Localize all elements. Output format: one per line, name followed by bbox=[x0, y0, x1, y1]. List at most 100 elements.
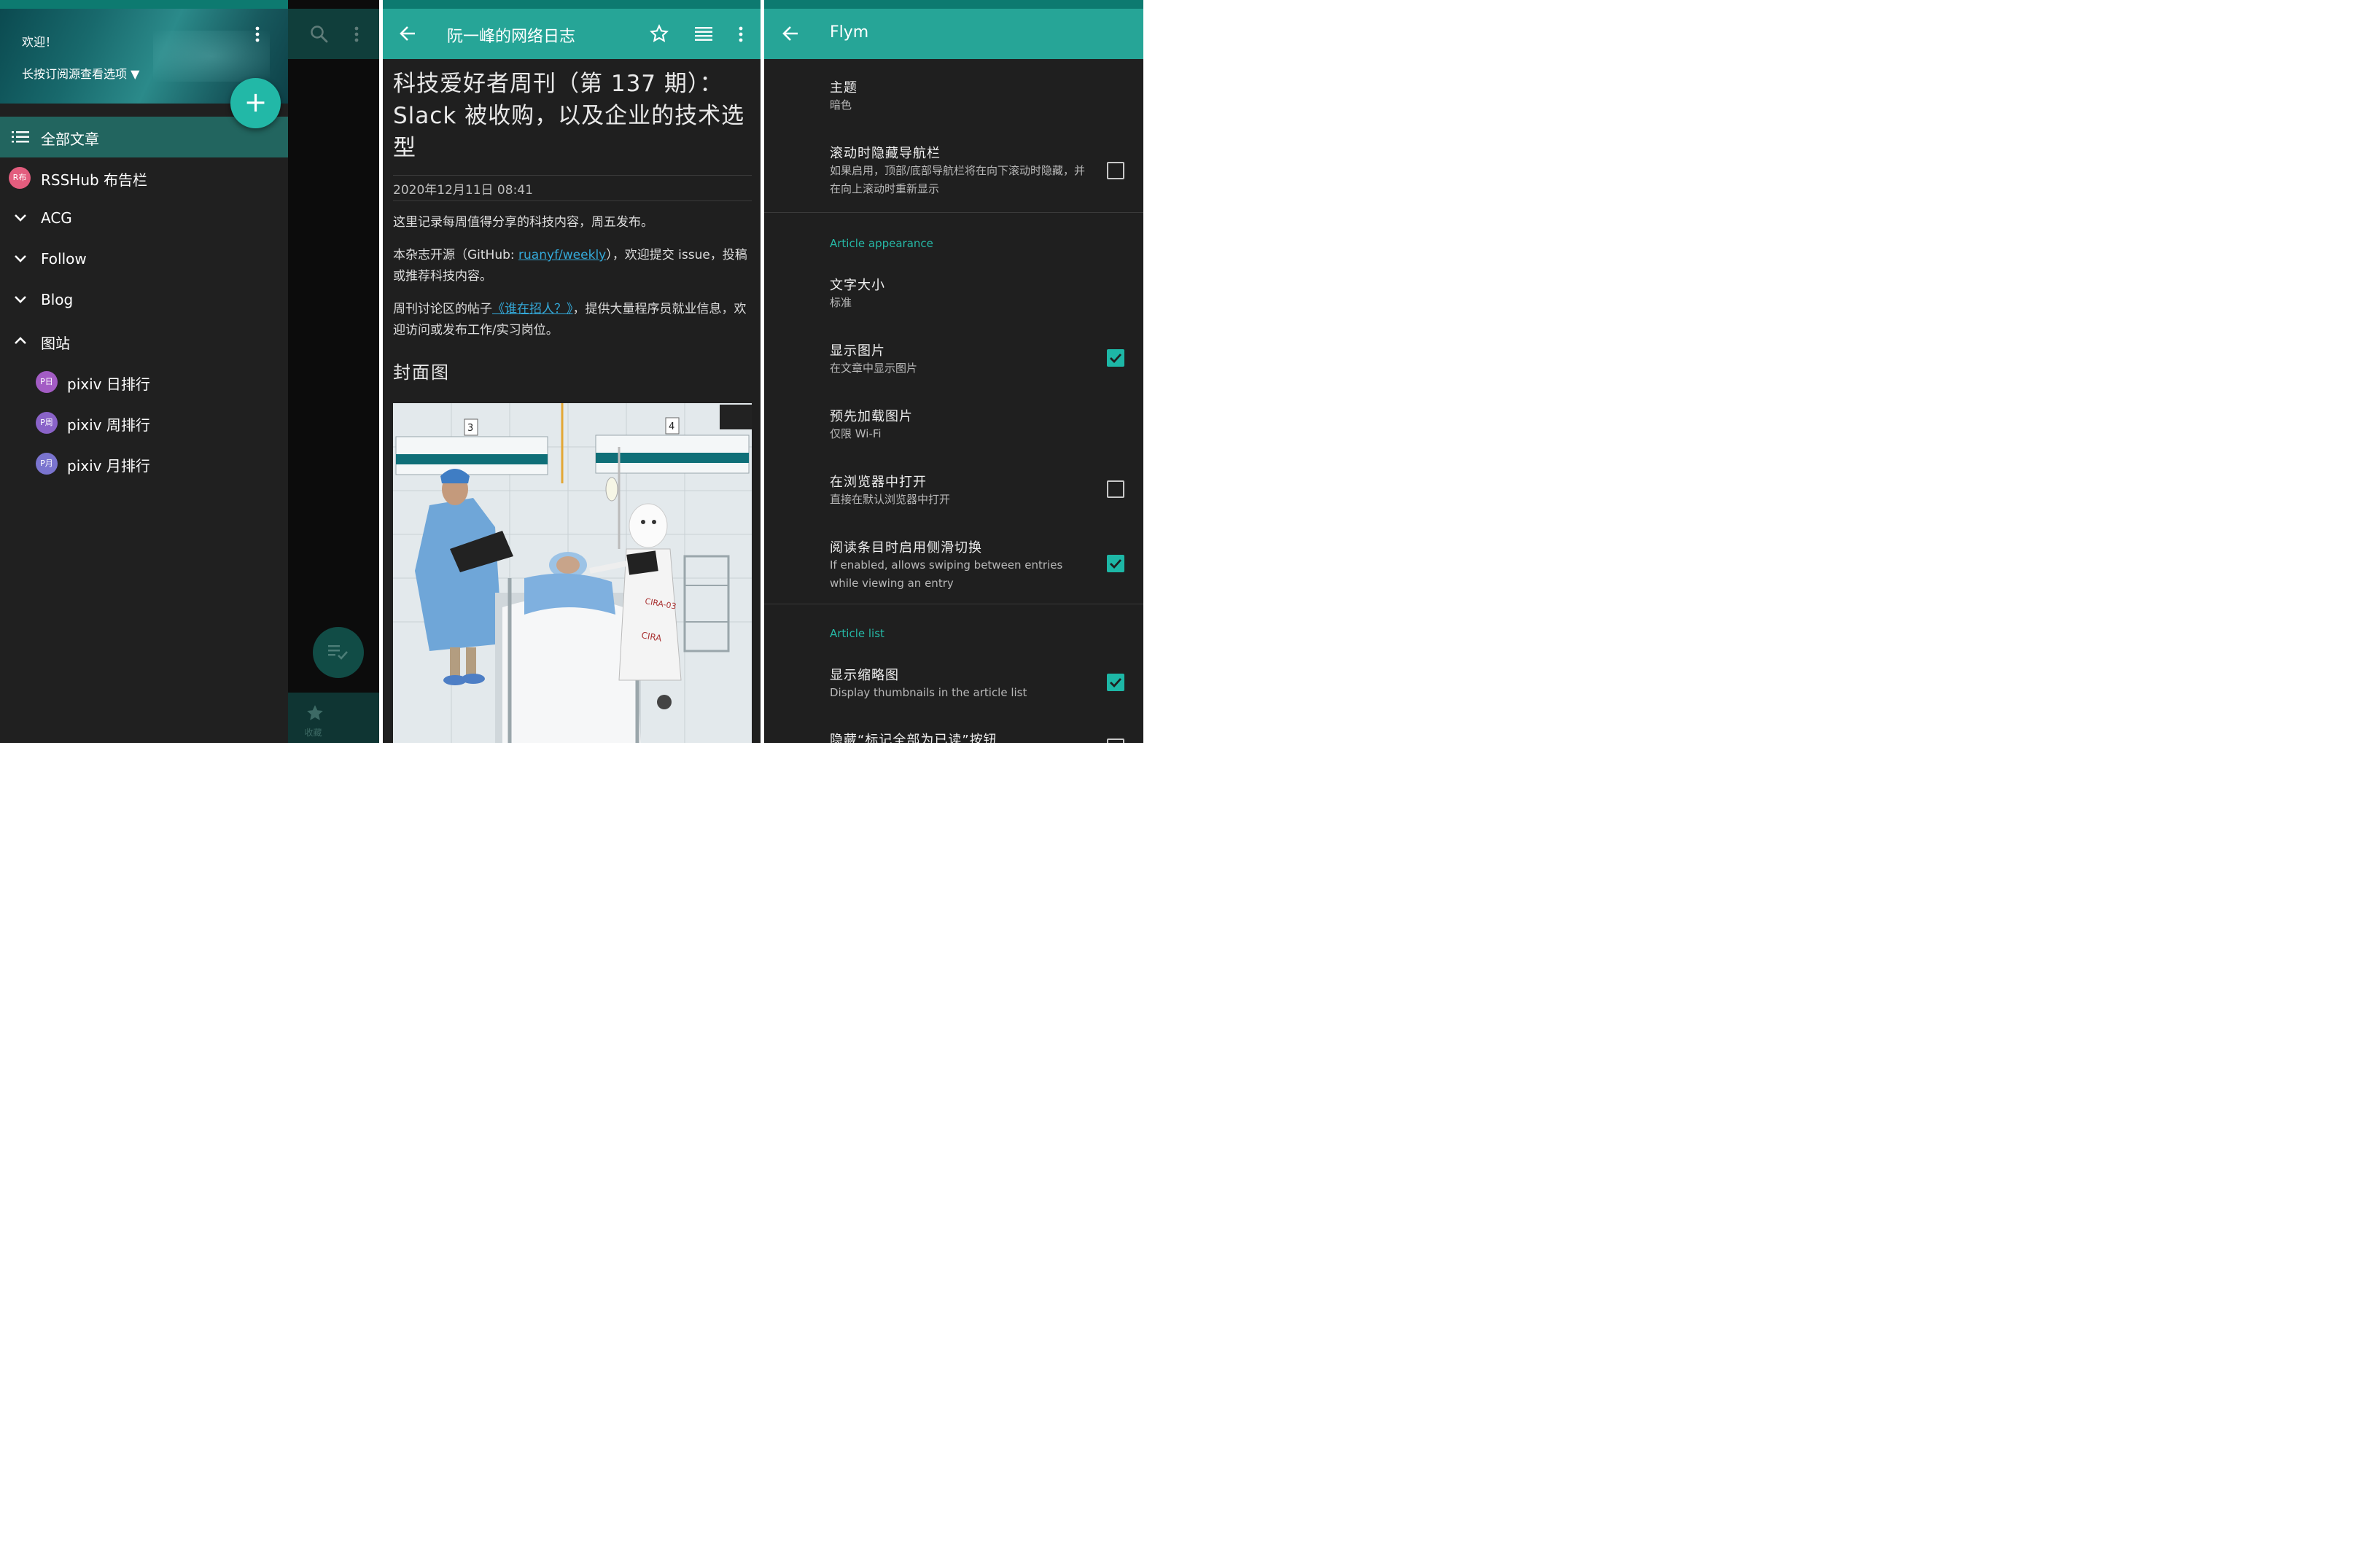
setting-subtitle: Display thumbnails in the article list bbox=[830, 686, 1027, 699]
setting-subtitle: 暗色 bbox=[830, 98, 852, 112]
text: 周刊讨论区的帖子 bbox=[393, 302, 492, 316]
settings-appbar: Flym bbox=[764, 9, 1143, 59]
add-feed-button[interactable]: + bbox=[230, 78, 281, 128]
feed-avatar: P月 bbox=[36, 453, 58, 475]
setting-open-in-browser[interactable]: 在浏览器中打开 直接在默认浏览器中打开 bbox=[764, 472, 1143, 515]
welcome-text: 欢迎！ bbox=[22, 35, 58, 49]
nav-item-label: pixiv 日排行 bbox=[67, 375, 150, 393]
more-vert-icon[interactable] bbox=[354, 26, 359, 42]
article-appbar: 阮一峰的网络日志 bbox=[383, 9, 761, 59]
setting-title: 预先加载图片 bbox=[830, 409, 913, 424]
setting-preload-images[interactable]: 预先加载图片 仅限 Wi-Fi bbox=[764, 406, 1143, 450]
setting-subtitle: 在文章中显示图片 bbox=[830, 362, 918, 375]
feed-avatar: P周 bbox=[36, 412, 58, 434]
settings-title: Flym bbox=[830, 23, 869, 42]
section-heading: 封面图 bbox=[393, 362, 450, 383]
star-icon[interactable] bbox=[306, 704, 324, 722]
check-icon bbox=[1110, 559, 1122, 569]
setting-title: 阅读条目时启用侧滑切换 bbox=[830, 540, 982, 556]
nav-item-pixiv-daily[interactable]: P日 pixiv 日排行 bbox=[0, 362, 288, 402]
nav-item-label: 图站 bbox=[41, 335, 70, 352]
setting-hide-mark-all-read[interactable]: 隐藏“标记全部为已读”按钮 bbox=[764, 730, 1143, 743]
article-title: 科技爱好者周刊（第 137 期）：Slack 被收购，以及企业的技术选型 bbox=[393, 71, 745, 161]
feed-title: 阮一峰的网络日志 bbox=[447, 28, 576, 46]
more-vert-icon[interactable] bbox=[255, 26, 260, 42]
settings-panel: Flym 主题 暗色 滚动时隐藏导航栏 如果启用，顶部/底部导航栏将在向下滚动时… bbox=[764, 0, 1143, 743]
toolbar-dimmed bbox=[288, 9, 379, 59]
article-panel: 阮一峰的网络日志 科技爱好者周刊（第 137 期）：Slack 被收购，以及企业… bbox=[383, 0, 761, 743]
check-icon bbox=[1110, 678, 1122, 688]
text: 本杂志开源（GitHub: bbox=[393, 248, 519, 262]
setting-swipe-between-entries[interactable]: 阅读条目时启用侧滑切换 If enabled, allows swiping b… bbox=[764, 537, 1143, 596]
setting-subtitle: 仅限 Wi-Fi bbox=[830, 427, 882, 440]
long-press-hint[interactable]: 长按订阅源查看选项 ▼ bbox=[22, 64, 139, 82]
section-header: Article list bbox=[830, 627, 884, 640]
setting-title: 在浏览器中打开 bbox=[830, 475, 927, 490]
setting-show-thumbnails[interactable]: 显示缩略图 Display thumbnails in the article … bbox=[764, 665, 1143, 709]
back-arrow-icon[interactable] bbox=[399, 25, 416, 42]
divider bbox=[393, 175, 752, 176]
divider bbox=[764, 212, 1143, 213]
drawer-panel: 收藏 欢迎！ 长按订阅源查看选项 ▼ + 全部文章 R布 RSSHub 布告栏 bbox=[0, 0, 379, 743]
setting-title: 显示缩略图 bbox=[830, 668, 899, 683]
article-paragraph: 本杂志开源（GitHub: ruanyf/weekly），欢迎提交 issue，… bbox=[393, 245, 752, 287]
more-vert-icon[interactable] bbox=[739, 26, 743, 42]
nav-item-pixiv-monthly[interactable]: P月 pixiv 月排行 bbox=[0, 443, 288, 484]
nav-item-label: RSSHub 布告栏 bbox=[41, 171, 148, 189]
setting-theme[interactable]: 主题 暗色 bbox=[764, 77, 1143, 121]
setting-hide-nav-on-scroll[interactable]: 滚动时隐藏导航栏 如果启用，顶部/底部导航栏将在向下滚动时隐藏，并在向上滚动时重… bbox=[764, 143, 1143, 201]
nav-item-blog[interactable]: Blog bbox=[0, 280, 288, 321]
bed-number: 4 bbox=[669, 421, 674, 432]
feed-avatar: P日 bbox=[36, 371, 58, 393]
setting-title: 文字大小 bbox=[830, 278, 885, 293]
nav-item-rsshub[interactable]: R布 RSSHub 布告栏 bbox=[0, 157, 288, 198]
cover-image[interactable]: 3 4 CIRA-03 CIRA bbox=[393, 403, 752, 743]
setting-subtitle: 如果启用，顶部/底部导航栏将在向下滚动时隐藏，并在向上滚动时重新显示 bbox=[830, 164, 1086, 195]
github-link[interactable]: ruanyf/weekly bbox=[518, 248, 606, 262]
setting-text-size[interactable]: 文字大小 标准 bbox=[764, 275, 1143, 319]
view-headline-icon[interactable] bbox=[695, 26, 712, 41]
nav-item-label: pixiv 月排行 bbox=[67, 457, 150, 475]
nav-item-label: 全部文章 bbox=[41, 130, 99, 148]
nav-item-label: ACG bbox=[41, 209, 72, 227]
setting-show-images[interactable]: 显示图片 在文章中显示图片 bbox=[764, 340, 1143, 384]
nav-item-image-sites[interactable]: 图站 bbox=[0, 321, 288, 362]
article-paragraph: 这里记录每周值得分享的科技内容，周五发布。 bbox=[393, 215, 653, 230]
chevron-up-icon[interactable] bbox=[14, 336, 27, 345]
nav-item-follow[interactable]: Follow bbox=[0, 239, 288, 280]
checkbox-checked[interactable] bbox=[1107, 674, 1124, 691]
playlist-check-icon bbox=[328, 644, 349, 661]
chevron-down-icon[interactable] bbox=[14, 214, 27, 222]
checkbox[interactable] bbox=[1107, 739, 1124, 743]
article-paragraph: 周刊讨论区的帖子《谁在招人？》，提供大量程序员就业信息，欢迎访问或发布工作/实习… bbox=[393, 299, 752, 341]
chevron-down-icon[interactable] bbox=[14, 295, 27, 304]
star-outline-icon[interactable] bbox=[650, 24, 669, 43]
nav-item-label: pixiv 周排行 bbox=[67, 416, 150, 434]
check-icon bbox=[1110, 354, 1122, 364]
search-icon[interactable] bbox=[310, 25, 329, 44]
navigation-drawer: 欢迎！ 长按订阅源查看选项 ▼ + 全部文章 R布 RSSHub 布告栏 ACG bbox=[0, 0, 288, 743]
nav-item-pixiv-weekly[interactable]: P周 pixiv 周排行 bbox=[0, 402, 288, 443]
checkbox-checked[interactable] bbox=[1107, 349, 1124, 367]
checkbox-checked[interactable] bbox=[1107, 555, 1124, 572]
list-icon bbox=[12, 131, 29, 143]
setting-title: 滚动时隐藏导航栏 bbox=[830, 146, 941, 161]
checkbox[interactable] bbox=[1107, 162, 1124, 179]
setting-title: 显示图片 bbox=[830, 343, 885, 359]
bottom-nav: 收藏 bbox=[288, 693, 379, 743]
feed-avatar: R布 bbox=[9, 167, 31, 189]
setting-title: 隐藏“标记全部为已读”按钮 bbox=[830, 733, 998, 743]
setting-subtitle: If enabled, allows swiping between entri… bbox=[830, 558, 1063, 590]
jobs-thread-link[interactable]: 《谁在招人？》 bbox=[492, 302, 573, 316]
checkbox[interactable] bbox=[1107, 480, 1124, 498]
setting-title: 主题 bbox=[830, 80, 858, 96]
main-list-behind-drawer: 收藏 bbox=[288, 0, 379, 743]
back-arrow-icon[interactable] bbox=[782, 25, 799, 42]
chevron-down-icon[interactable] bbox=[14, 254, 27, 263]
hospital-robot-illustration: 3 4 CIRA-03 CIRA bbox=[393, 403, 752, 743]
divider bbox=[393, 200, 752, 201]
nav-item-acg[interactable]: ACG bbox=[0, 198, 288, 239]
status-bar bbox=[0, 0, 288, 9]
mark-all-read-button[interactable] bbox=[313, 627, 364, 678]
setting-subtitle: 标准 bbox=[830, 296, 852, 309]
